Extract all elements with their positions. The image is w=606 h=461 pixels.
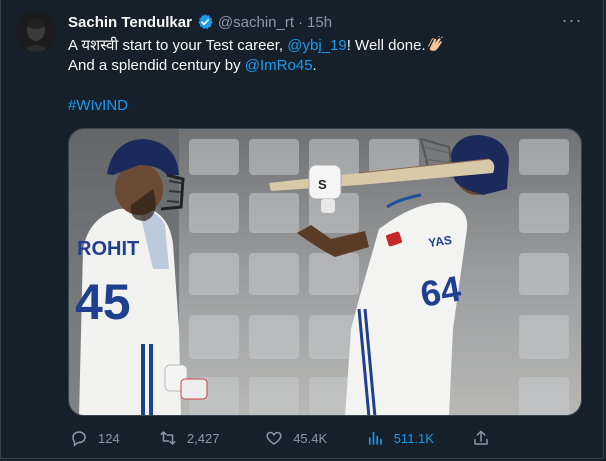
verified-badge-icon: [198, 14, 213, 30]
tweet-text-part: A यशस्वी start to your Test career,: [68, 37, 288, 54]
views-button[interactable]: 511.1K: [366, 429, 472, 447]
tweet-header: Sachin Tendulkar @sachin_rt · 15h: [68, 12, 332, 32]
tweet-text-part: .: [312, 57, 317, 74]
left-jersey-number: 45: [75, 274, 131, 330]
retweet-button[interactable]: 2,427: [159, 429, 265, 447]
share-icon: [474, 430, 488, 445]
like-button[interactable]: 45.4K: [265, 429, 366, 447]
svg-text:S: S: [318, 177, 327, 192]
author-handle[interactable]: @sachin_rt: [218, 14, 294, 31]
retweet-count: 2,427: [186, 430, 220, 446]
tweet-actions: 124 2,427 45.4K 511.1K: [68, 426, 582, 450]
mention-ybj19[interactable]: @ybj_19: [287, 37, 346, 54]
author-name[interactable]: Sachin Tendulkar: [68, 14, 192, 31]
clapping-hands-icon: [427, 36, 443, 51]
tweet-text-part: ! Well done.: [346, 37, 426, 54]
right-jersey-number: 64: [417, 268, 464, 315]
hashtag-wivind[interactable]: #WIvIND: [68, 96, 588, 116]
share-button[interactable]: [472, 429, 490, 447]
retweet-icon: [160, 431, 176, 445]
author-avatar[interactable]: [16, 12, 56, 52]
views-count: 511.1K: [393, 430, 434, 446]
tweet-line-1: A यशस्वी start to your Test career, @ybj…: [68, 36, 588, 56]
tweet-line-2: And a splendid century by @ImRo45.: [68, 56, 588, 76]
reply-count: 124: [98, 430, 120, 446]
reply-icon: [72, 431, 86, 447]
reply-button[interactable]: 124: [70, 429, 159, 447]
tweet-photo[interactable]: ROHIT 45 S YAS 64: [68, 128, 582, 416]
like-icon: [266, 431, 282, 445]
tweet-text: A यशस्वी start to your Test career, @ybj…: [68, 36, 588, 116]
more-options-icon[interactable]: ···: [560, 11, 584, 32]
mention-imro45[interactable]: @ImRo45: [245, 57, 313, 74]
tweet-text-part: And a splendid century by: [68, 57, 245, 74]
tweet-timestamp[interactable]: 15h: [307, 14, 332, 31]
left-jersey-name: ROHIT: [77, 238, 139, 260]
header-separator: ·: [298, 13, 304, 31]
like-count: 45.4K: [293, 430, 328, 446]
views-icon: [368, 431, 382, 445]
